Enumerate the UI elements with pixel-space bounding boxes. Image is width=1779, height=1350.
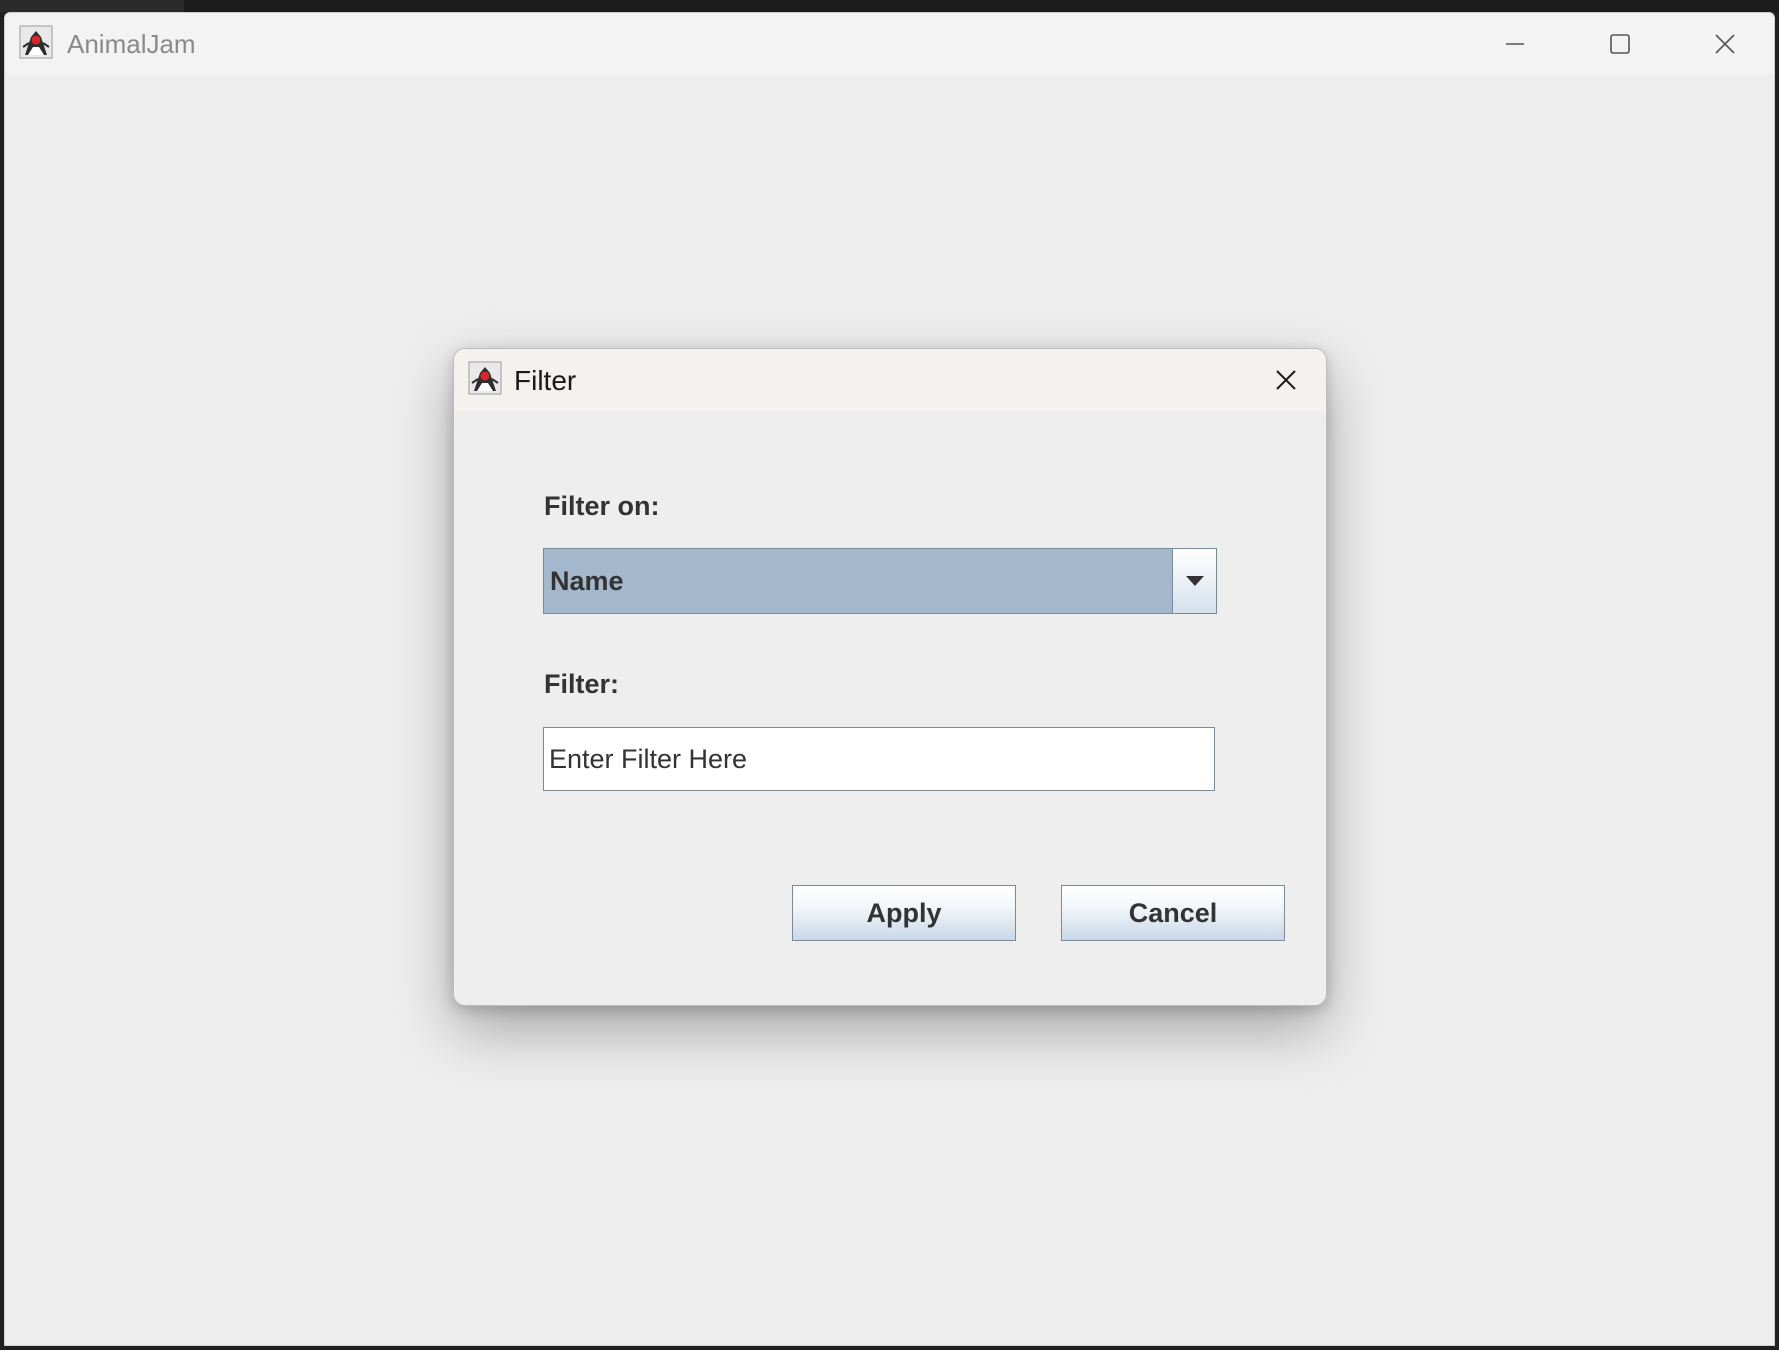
java-duke-icon	[19, 25, 53, 59]
close-icon	[1715, 34, 1735, 54]
maximize-icon	[1610, 34, 1630, 54]
close-icon	[1276, 370, 1296, 390]
minimize-button[interactable]	[1465, 13, 1565, 75]
filter-on-label: Filter on:	[544, 491, 660, 521]
cancel-button[interactable]: Cancel	[1061, 885, 1285, 941]
dialog-title: Filter	[514, 365, 577, 396]
taskbar-strip	[0, 0, 1779, 12]
window-close-button[interactable]	[1675, 13, 1774, 75]
filter-on-selected-value: Name	[550, 566, 624, 596]
main-titlebar[interactable]: AnimalJam	[5, 13, 1774, 75]
filter-on-dropdown[interactable]: Name	[543, 548, 1217, 614]
minimize-icon	[1506, 43, 1524, 45]
filter-input[interactable]	[543, 727, 1215, 791]
filter-label: Filter:	[544, 669, 620, 699]
dropdown-arrow-button[interactable]	[1172, 549, 1216, 613]
maximize-button[interactable]	[1570, 13, 1670, 75]
java-duke-icon	[468, 361, 502, 395]
taskbar-tab	[0, 0, 184, 12]
chevron-down-icon	[1185, 576, 1204, 586]
dialog-close-button[interactable]	[1266, 363, 1306, 397]
dialog-titlebar[interactable]: Filter	[454, 349, 1326, 411]
window-title: AnimalJam	[67, 29, 196, 59]
apply-button[interactable]: Apply	[792, 885, 1016, 941]
filter-dialog: Filter Filter on: Name Filter: Apply Can…	[453, 348, 1327, 1006]
